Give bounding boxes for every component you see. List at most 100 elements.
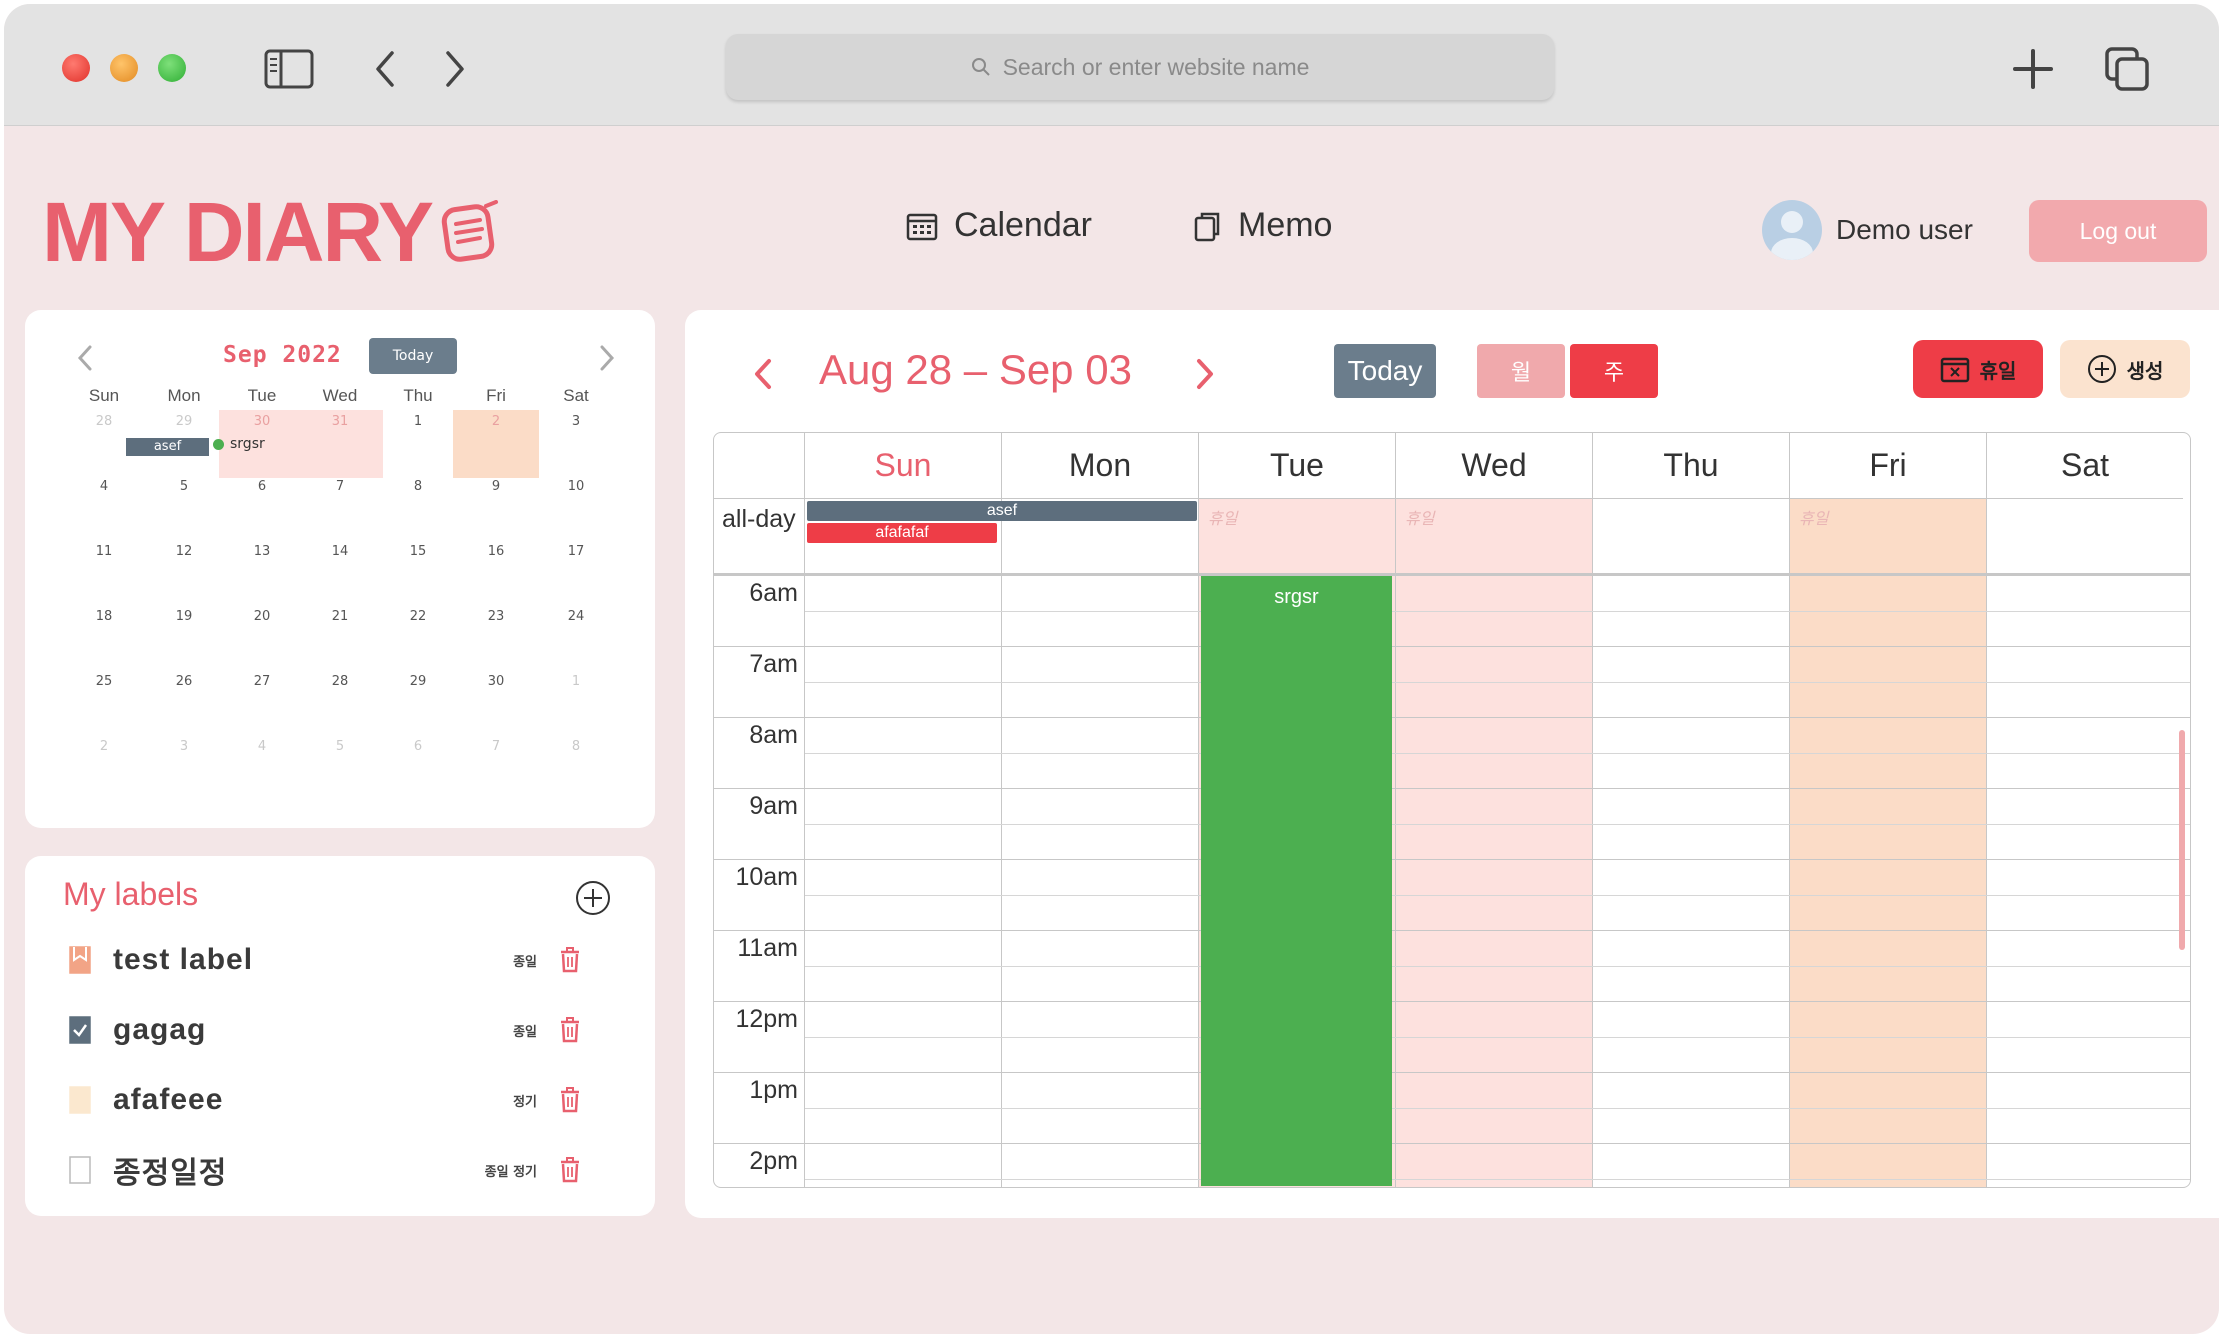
address-bar[interactable]: Search or enter website name	[726, 34, 1554, 100]
mini-day-cell[interactable]: 7	[453, 735, 539, 803]
day-header-mon[interactable]: Mon	[1001, 433, 1198, 499]
prev-week-icon[interactable]	[743, 348, 783, 400]
bookmark-icon[interactable]	[69, 1156, 91, 1184]
address-placeholder: Search or enter website name	[1002, 53, 1310, 80]
forward-icon[interactable]	[428, 42, 482, 96]
day-header-tue[interactable]: Tue	[1198, 433, 1395, 499]
mini-day-cell[interactable]: 11	[61, 540, 147, 608]
half-hour-line	[804, 1178, 2190, 1180]
mini-day-cell[interactable]: 8	[533, 735, 619, 803]
trash-icon[interactable]	[559, 1087, 581, 1113]
minimize-window-button[interactable]	[110, 54, 138, 82]
trash-icon[interactable]	[559, 1157, 581, 1183]
add-label-icon[interactable]	[575, 880, 611, 916]
day-column[interactable]	[1986, 499, 2183, 1187]
day-header-thu[interactable]: Thu	[1592, 433, 1789, 499]
mini-day-cell[interactable]: 12	[141, 540, 227, 608]
close-window-button[interactable]	[62, 54, 90, 82]
mini-day-cell[interactable]: 27	[219, 670, 305, 738]
mini-day-cell[interactable]: 29	[375, 670, 461, 738]
mini-day-cell[interactable]: 9	[453, 475, 539, 543]
mini-next-month-icon[interactable]	[587, 338, 627, 378]
mini-day-cell[interactable]: 8	[375, 475, 461, 543]
mini-day-cell[interactable]: 1	[533, 670, 619, 738]
day-column[interactable]	[1789, 499, 1986, 1187]
day-column[interactable]	[1592, 499, 1789, 1187]
day-header-wed[interactable]: Wed	[1395, 433, 1592, 499]
mini-day-cell[interactable]: 20	[219, 605, 305, 673]
tab-overview-icon[interactable]	[2100, 42, 2154, 96]
label-item[interactable]: 종정일정 종일 정기	[69, 1146, 629, 1194]
mini-day-cell[interactable]: 14	[297, 540, 383, 608]
mini-day-cell[interactable]: 2	[453, 410, 539, 478]
day-header-sat[interactable]: Sat	[1986, 433, 2183, 499]
mini-day-cell[interactable]: 5	[297, 735, 383, 803]
back-icon[interactable]	[358, 42, 412, 96]
month-view-button[interactable]: 월	[1477, 344, 1565, 398]
mini-day-cell[interactable]: 21	[297, 605, 383, 673]
mini-day-cell[interactable]: 3	[141, 735, 227, 803]
day-column[interactable]	[1395, 499, 1592, 1187]
mini-day-cell[interactable]: 6	[375, 735, 461, 803]
trash-icon[interactable]	[559, 947, 581, 973]
maximize-window-button[interactable]	[158, 54, 186, 82]
mini-day-cell[interactable]: 15	[375, 540, 461, 608]
mini-day-cell[interactable]: 18	[61, 605, 147, 673]
mini-day-cell[interactable]: 6	[219, 475, 305, 543]
mini-prev-month-icon[interactable]	[65, 338, 105, 378]
mini-day-cell[interactable]: 4	[219, 735, 305, 803]
nav-memo[interactable]: Memo	[1192, 206, 1332, 245]
grid-scrollbar[interactable]	[2179, 730, 2185, 950]
allday-event-asef[interactable]: asef	[807, 501, 1197, 521]
holiday-button[interactable]: 휴일	[1913, 340, 2043, 398]
day-column[interactable]	[804, 499, 1001, 1187]
mini-day-cell[interactable]: 10	[533, 475, 619, 543]
mini-day-cell[interactable]: 22	[375, 605, 461, 673]
mini-day-cell[interactable]: 5	[141, 475, 227, 543]
new-tab-icon[interactable]	[2006, 42, 2060, 96]
mini-weekday-fri: Fri	[486, 386, 506, 405]
day-header-sun[interactable]: Sun	[804, 433, 1001, 499]
mini-day-cell[interactable]: 28	[297, 670, 383, 738]
mini-day-cell[interactable]: 16	[453, 540, 539, 608]
logout-button[interactable]: Log out	[2029, 200, 2207, 262]
mini-day-cell[interactable]: 23	[453, 605, 539, 673]
app-logo[interactable]: MY DIARY	[42, 190, 500, 274]
mini-today-button[interactable]: Today	[369, 338, 457, 374]
mini-day-cell[interactable]: 13	[219, 540, 305, 608]
user-profile[interactable]: Demo user	[1762, 200, 1973, 260]
mini-day-cell[interactable]: 3	[533, 410, 619, 478]
allday-event-afafafaf[interactable]: afafafaf	[807, 523, 997, 543]
bookmark-icon[interactable]	[69, 946, 91, 974]
mini-day-cell[interactable]: 17	[533, 540, 619, 608]
trash-icon[interactable]	[559, 1017, 581, 1043]
label-item[interactable]: afafeee 정기	[69, 1076, 629, 1124]
mini-day-cell[interactable]: 24	[533, 605, 619, 673]
label-item[interactable]: test label 종일	[69, 936, 629, 984]
label-item[interactable]: gagag 종일	[69, 1006, 629, 1054]
browser-window: Search or enter website name MY DIARY Ca…	[4, 4, 2219, 1334]
mini-day-cell[interactable]: 30	[453, 670, 539, 738]
bookmark-icon[interactable]	[69, 1016, 91, 1044]
timed-event-srgsr[interactable]: srgsr	[1201, 576, 1392, 1186]
day-header-fri[interactable]: Fri	[1789, 433, 1986, 499]
mini-day-cell[interactable]: 25	[61, 670, 147, 738]
sidebar-toggle-icon[interactable]	[262, 42, 316, 96]
mini-day-cell[interactable]: 19	[141, 605, 227, 673]
mini-day-cell[interactable]: 26	[141, 670, 227, 738]
mini-event-srgsr[interactable]: srgsr	[213, 436, 265, 452]
mini-day-cell[interactable]: 2	[61, 735, 147, 803]
mini-day-cell[interactable]: 7	[297, 475, 383, 543]
mini-day-cell[interactable]: 31	[297, 410, 383, 478]
next-week-icon[interactable]	[1185, 348, 1225, 400]
bookmark-icon[interactable]	[69, 1086, 91, 1114]
mini-day-cell[interactable]: 4	[61, 475, 147, 543]
today-button[interactable]: Today	[1334, 344, 1436, 398]
create-event-button[interactable]: 생성	[2060, 340, 2190, 398]
mini-event-asef[interactable]: asef	[126, 438, 209, 456]
nav-calendar[interactable]: Calendar	[906, 206, 1092, 245]
mini-day-cell[interactable]: 1	[375, 410, 461, 478]
week-view-button[interactable]: 주	[1570, 344, 1658, 398]
day-column[interactable]	[1001, 499, 1198, 1187]
hour-line	[714, 646, 2190, 647]
